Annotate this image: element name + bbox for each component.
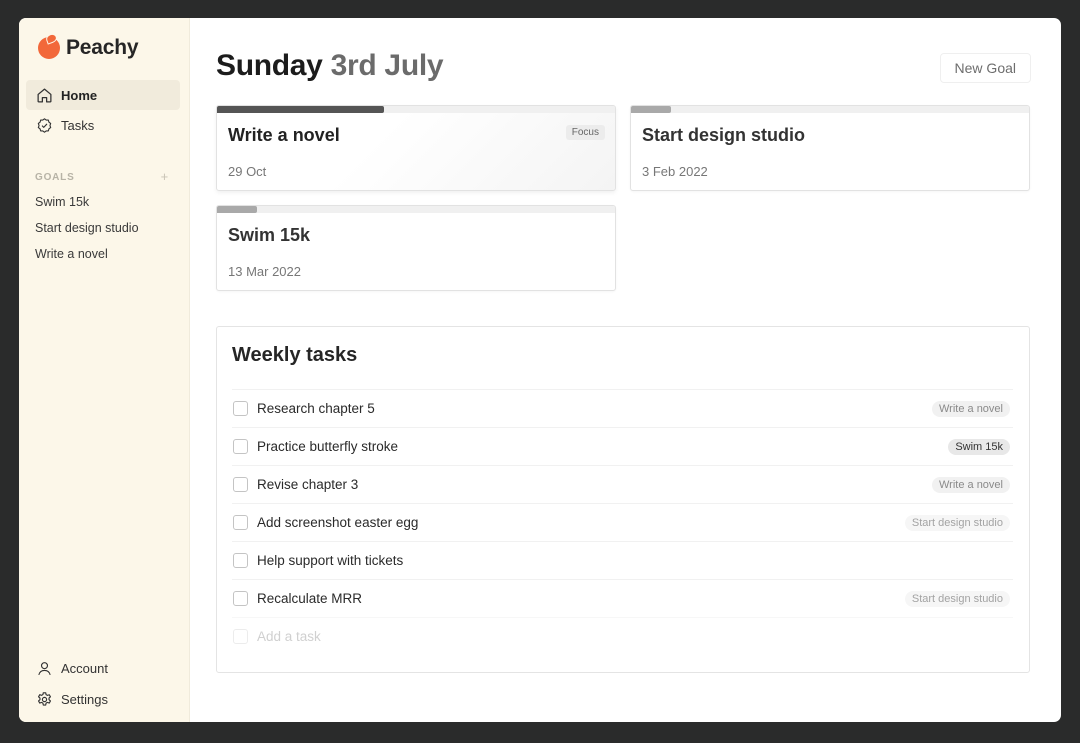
goal-date: 13 Mar 2022 [228,264,301,279]
goal-date: 29 Oct [228,164,267,179]
user-icon [38,661,51,675]
goal-title: Start design studio [642,125,806,145]
brand[interactable]: Peachy [38,36,139,60]
goal-title: Write a novel [228,125,340,145]
task-goal-tag[interactable]: Start design studio [904,514,1010,531]
add-task-checkbox [233,629,248,644]
task-checkbox[interactable] [233,477,248,492]
nav-item-label: Home [61,87,98,103]
task-goal-tag[interactable]: Write a novel [932,400,1010,417]
task-label: Add screenshot easter egg [257,515,419,530]
task-label: Practice butterfly stroke [257,439,399,454]
nav-item-label: Account [61,660,108,676]
task-row[interactable]: Help support with tickets [232,541,1013,579]
sidebar-goal-novel[interactable]: Write a novel [35,247,108,261]
goal-progress-fill [217,206,257,213]
nav-item-label: Tasks [61,117,95,133]
goal-progress-bar [631,106,1029,113]
nav-item-tasks[interactable]: Tasks [26,110,180,140]
page-title-day: Sunday [216,49,323,82]
task-row[interactable]: Add screenshot easter egg Start design s… [232,503,1013,541]
task-checkbox[interactable] [233,591,248,606]
task-checkbox[interactable] [233,439,248,454]
peach-logo-icon [38,37,60,59]
nav-item-account[interactable]: Account [26,653,180,683]
task-label: Recalculate MRR [257,591,363,606]
goal-progress-bar [217,206,615,213]
goals-heading-label: GOALS [35,172,75,183]
nav-item-label: Settings [61,691,108,707]
sidebar-goal-swim[interactable]: Swim 15k [35,195,89,209]
goal-date: 3 Feb 2022 [642,164,708,179]
task-label: Revise chapter 3 [257,477,359,492]
page-title: Sunday 3rd July [216,49,444,83]
add-task-row[interactable]: Add a task [232,617,1013,655]
main-content: Sunday 3rd July New Goal Write a novel F… [190,18,1061,722]
goal-card-design-studio[interactable]: Start design studio 3 Feb 2022 [630,105,1030,191]
task-checkbox[interactable] [233,401,248,416]
check-badge-icon [37,117,52,133]
page-title-date: 3rd July [330,49,444,82]
sidebar-goal-design-studio[interactable]: Start design studio [35,221,139,235]
gear-icon [37,691,52,706]
task-row[interactable]: Revise chapter 3 Write a novel [232,465,1013,503]
nav-item-settings[interactable]: Settings [26,684,180,714]
add-task-input[interactable]: Add a task [257,629,321,644]
focus-badge: Focus [565,125,605,140]
task-row[interactable]: Recalculate MRR Start design studio [232,579,1013,617]
new-goal-button[interactable]: New Goal [939,53,1031,83]
goal-progress-fill [217,106,385,113]
sidebar: Peachy Home Tasks GOALS + Swim 15k Start… [19,18,190,722]
task-label: Research chapter 5 [257,401,375,416]
nav-item-home[interactable]: Home [26,80,180,110]
task-checkbox[interactable] [233,515,248,530]
goal-card-swim[interactable]: Swim 15k 13 Mar 2022 [216,205,616,291]
add-goal-button[interactable]: + [161,170,169,183]
goal-progress-fill [631,106,671,113]
home-icon [37,87,52,103]
task-goal-tag[interactable]: Start design studio [904,590,1010,607]
task-label: Help support with tickets [257,553,404,568]
task-goal-tag[interactable]: Swim 15k [948,438,1010,455]
goal-title: Swim 15k [228,225,311,245]
task-row[interactable]: Research chapter 5 Write a novel [232,389,1013,427]
task-checkbox[interactable] [233,553,248,568]
app-window: Peachy Home Tasks GOALS + Swim 15k Start… [19,18,1061,722]
task-row[interactable]: Practice butterfly stroke Swim 15k [232,427,1013,465]
task-goal-tag[interactable]: Write a novel [932,476,1010,493]
goals-heading: GOALS + [35,170,169,183]
weekly-tasks-panel: Weekly tasks Research chapter 5 Write a … [216,326,1030,673]
brand-name: Peachy [66,36,139,59]
goal-card-write-novel[interactable]: Write a novel Focus 29 Oct [216,105,616,191]
task-list: Research chapter 5 Write a novel Practic… [232,389,1013,655]
weekly-tasks-title: Weekly tasks [232,344,358,366]
goal-progress-bar [217,106,615,113]
